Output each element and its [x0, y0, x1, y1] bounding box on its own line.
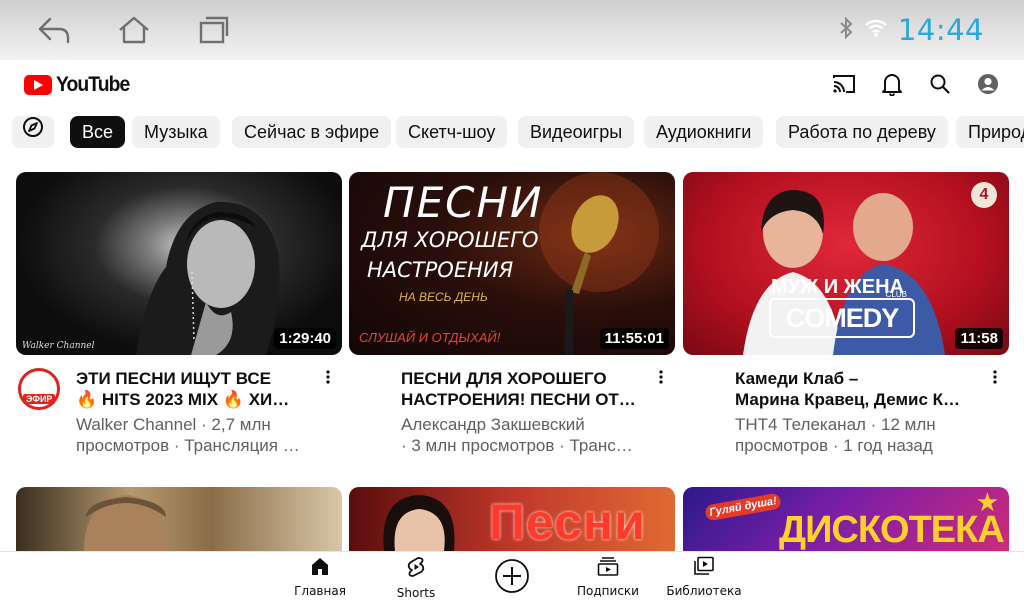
more-options-icon[interactable] — [654, 367, 668, 387]
nav-subscriptions[interactable]: Подписки — [563, 556, 653, 598]
video-title[interactable]: Камеди Клаб – Марина Кравец, Демис К… — [735, 368, 985, 410]
search-icon[interactable] — [928, 72, 952, 96]
video-duration: 11:55:01 — [599, 328, 669, 349]
create-button[interactable] — [467, 558, 557, 600]
nav-shorts[interactable]: Shorts — [371, 556, 461, 600]
video-meta: ТНТ4 Телеканал · 12 млн просмотров · 1 г… — [735, 414, 985, 456]
video-meta-line: Walker Channel · 2,7 млн — [76, 415, 271, 434]
bottom-navigation: Главная Shorts Подписки Библиотека — [0, 551, 1024, 600]
video-card[interactable]: ПЕСНИ ДЛЯ ХОРОШЕГО НАСТРОЕНИЯ НА ВЕСЬ ДЕ… — [349, 172, 675, 472]
video-thumbnail[interactable]: Гуляй душа! ДИСКОТЕКА ★ — [683, 487, 1009, 551]
thumbnail-subtitle: НА ВЕСЬ ДЕНЬ — [399, 290, 488, 304]
channel-avatar[interactable]: ЭФИР — [18, 368, 60, 410]
more-options-icon[interactable] — [321, 367, 335, 387]
thumbnail-title: ПЕСНИ — [383, 178, 544, 227]
cast-icon[interactable] — [832, 72, 856, 96]
recent-apps-icon[interactable] — [194, 12, 234, 48]
thumbnail-title: ДЛЯ ХОРОШЕГО — [361, 228, 539, 252]
chip-woodwork[interactable]: Работа по дереву — [776, 116, 948, 148]
video-title-line: ПЕСНИ ДЛЯ ХОРОШЕГО — [401, 369, 607, 388]
video-meta-line: ТНТ4 Телеканал · 12 млн — [735, 415, 936, 434]
video-duration: 1:29:40 — [274, 328, 336, 349]
thumbnail-caption: Walker Channel — [22, 341, 95, 351]
nav-library[interactable]: Библиотека — [659, 556, 749, 598]
chip-nature[interactable]: Природа — [956, 116, 1024, 148]
wifi-icon — [864, 18, 888, 43]
thumbnail-title: НАСТРОЕНИЯ — [367, 258, 514, 282]
chip-audiobooks[interactable]: Аудиокниги — [644, 116, 764, 148]
video-title-line: Камеди Клаб – — [735, 369, 859, 388]
compass-icon — [22, 116, 44, 148]
video-meta-line: · 3 млн просмотров · Транс… — [401, 436, 633, 455]
nav-library-label: Библиотека — [666, 584, 742, 598]
thumbnail-title: Песни — [489, 494, 646, 550]
chip-sketch[interactable]: Скетч-шоу — [396, 116, 508, 148]
app-header: YouTube — [0, 60, 1024, 108]
comedy-club-logo: COMEDY CLUB — [769, 290, 915, 338]
library-icon — [693, 556, 715, 581]
chip-live[interactable]: Сейчас в эфире — [232, 116, 392, 148]
video-title[interactable]: ПЕСНИ ДЛЯ ХОРОШЕГО НАСТРОЕНИЯ! ПЕСНИ ОТ… — [401, 368, 651, 410]
video-thumbnail[interactable]: Walker Channel 1:29:40 — [16, 172, 342, 355]
video-title-line: Марина Кравец, Демис К… — [735, 390, 961, 409]
category-chips: Все Музыка Сейчас в эфире Скетч-шоу Виде… — [0, 114, 1024, 150]
play-logo-icon — [24, 75, 52, 95]
video-meta-line: просмотров · 1 год назад — [735, 436, 933, 455]
clock: 14:44 — [897, 13, 984, 47]
thumbnail-footer: СЛУШАЙ И ОТДЫХАЙ! — [359, 330, 501, 345]
video-thumbnail[interactable]: 4 МУЖ И ЖЕНА COMEDY CLUB 11:58 — [683, 172, 1009, 355]
video-meta-line: просмотров · Трансляция … — [76, 436, 300, 455]
explore-chip[interactable] — [12, 116, 54, 148]
bluetooth-icon — [838, 16, 854, 45]
video-thumbnail[interactable]: ПЕСНИ ДЛЯ ХОРОШЕГО НАСТРОЕНИЯ НА ВЕСЬ ДЕ… — [349, 172, 675, 355]
live-badge: ЭФИР — [23, 394, 56, 404]
shorts-icon — [406, 556, 426, 583]
nav-home-label: Главная — [294, 584, 346, 598]
video-title-line: НАСТРОЕНИЯ! ПЕСНИ ОТ… — [401, 390, 636, 409]
video-card[interactable]: Walker Channel 1:29:40 ЭФИР ЭТИ ПЕСНИ ИЩ… — [16, 172, 342, 472]
video-meta: Александр Закшевский · 3 млн просмотров … — [401, 414, 651, 456]
star-icon: ★ — [975, 487, 999, 517]
bell-icon[interactable] — [880, 72, 904, 96]
comedy-brand-text: COMEDY — [785, 302, 900, 333]
home-filled-icon — [309, 556, 331, 581]
club-text: CLUB — [885, 290, 907, 299]
video-thumbnail[interactable]: Песни — [349, 487, 675, 551]
add-icon — [494, 558, 530, 599]
chip-all[interactable]: Все — [70, 116, 126, 148]
video-title-line: ЭТИ ПЕСНИ ИЩУТ ВСЕ — [76, 369, 271, 388]
home-icon[interactable] — [114, 12, 154, 48]
subscriptions-icon — [597, 556, 619, 581]
nav-home[interactable]: Главная — [275, 556, 365, 598]
more-options-icon[interactable] — [988, 367, 1002, 387]
account-icon[interactable] — [976, 72, 1000, 96]
nav-shorts-label: Shorts — [396, 586, 436, 600]
channel-mark: 4 — [971, 182, 997, 208]
video-title-line: 🔥 HITS 2023 MIX 🔥 ХИ… — [76, 390, 290, 409]
youtube-logo[interactable]: YouTube — [24, 73, 136, 97]
video-meta-line: Александр Закшевский — [401, 415, 585, 434]
logo-text: YouTube — [56, 73, 130, 96]
thumbnail-title: ДИСКОТЕКА — [779, 509, 1005, 551]
thumbnail-title: МУЖ И ЖЕНА — [771, 276, 904, 298]
video-thumbnail[interactable] — [16, 487, 342, 551]
system-bar: 14:44 — [0, 0, 1024, 60]
nav-subscriptions-label: Подписки — [577, 584, 639, 598]
video-card[interactable]: 4 МУЖ И ЖЕНА COMEDY CLUB 11:58 Камеди Кл… — [683, 172, 1009, 472]
chip-games[interactable]: Видеоигры — [518, 116, 635, 148]
thumbnail-badge: Гуляй душа! — [704, 492, 782, 522]
actor-image — [84, 495, 168, 551]
video-meta: Walker Channel · 2,7 млн просмотров · Тр… — [76, 414, 316, 456]
chip-music[interactable]: Музыка — [132, 116, 220, 148]
video-duration: 11:58 — [955, 328, 1003, 349]
video-title[interactable]: ЭТИ ПЕСНИ ИЩУТ ВСЕ 🔥 HITS 2023 MIX 🔥 ХИ… — [76, 368, 316, 410]
back-icon[interactable] — [34, 12, 74, 48]
